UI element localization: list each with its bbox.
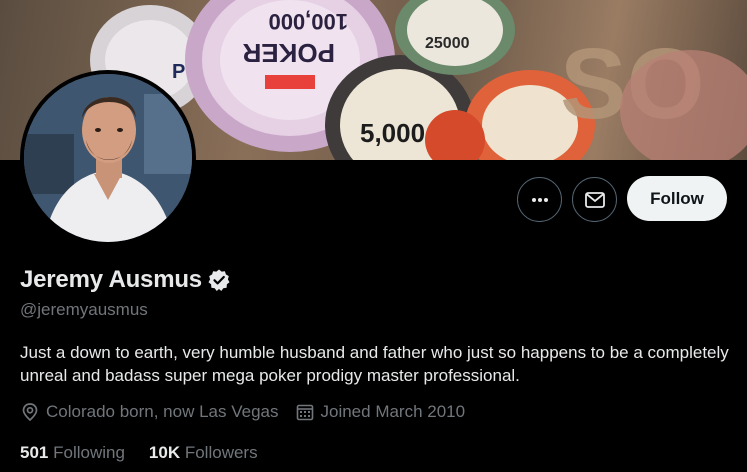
chip-text-100000: 100,000 <box>268 9 348 34</box>
person-photo <box>24 74 192 242</box>
followers-count: 10K <box>148 443 181 462</box>
following-label: Following <box>53 443 125 462</box>
joined-item: Joined March 2010 <box>295 402 466 422</box>
location-pin-icon <box>22 403 38 422</box>
chip-text-5000: 5,000 <box>360 118 425 148</box>
name-row: Jeremy Ausmus <box>20 266 231 294</box>
followers-link[interactable]: 10K Followers <box>149 443 258 463</box>
location-item: Colorado born, now Las Vegas <box>20 402 279 422</box>
location-text: Colorado born, now Las Vegas <box>46 402 279 421</box>
profile-meta: Colorado born, now Las Vegas Joined Marc… <box>20 402 481 422</box>
calendar-icon <box>296 404 313 421</box>
chip-text-poker: POKER <box>242 38 335 68</box>
follow-stats: 501 Following 10K Followers <box>20 443 282 463</box>
more-options-button[interactable] <box>517 177 562 222</box>
message-button[interactable] <box>572 177 617 222</box>
user-handle: @jeremyausmus <box>20 300 148 319</box>
more-horizontal-icon <box>531 197 548 202</box>
following-link[interactable]: 501 Following <box>20 443 125 463</box>
following-count: 501 <box>20 443 49 462</box>
envelope-icon <box>584 191 605 208</box>
profile-avatar[interactable] <box>20 70 196 246</box>
followers-label: Followers <box>184 443 258 462</box>
chip-text-25000: 25000 <box>425 35 470 52</box>
verified-badge-icon[interactable] <box>207 268 231 292</box>
profile-bio: Just a down to earth, very humble husban… <box>20 343 729 385</box>
avatar-photo <box>24 74 192 242</box>
joined-text: Joined March 2010 <box>320 402 466 421</box>
display-name: Jeremy Ausmus <box>20 266 202 293</box>
follow-button[interactable]: Follow <box>627 176 727 221</box>
